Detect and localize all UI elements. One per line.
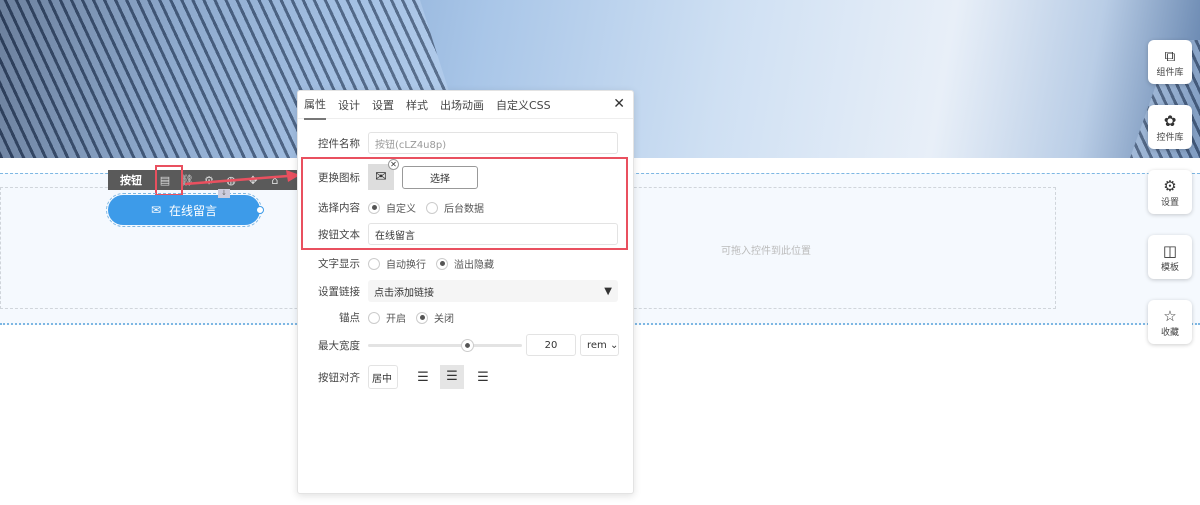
radio-anchor-off[interactable]: 关闭 — [416, 310, 454, 325]
radio-overflow[interactable]: 溢出隐藏 — [436, 256, 494, 271]
name-input[interactable]: 按钮(cLZ4u8p) — [368, 132, 618, 154]
tab-properties[interactable]: 属性 — [304, 90, 326, 120]
sidebar-widget-library[interactable]: ✿ 控件库 — [1148, 105, 1192, 149]
layers-icon: ⧉ — [1164, 46, 1176, 65]
name-label: 控件名称 — [318, 137, 360, 150]
slider-handle[interactable] — [462, 339, 474, 351]
unit-select[interactable]: rem ⌄ — [580, 334, 619, 356]
align-label: 按钮对齐 — [318, 371, 360, 384]
mail-icon: ✉ — [375, 169, 387, 185]
text-label: 按钮文本 — [318, 228, 360, 241]
content-label: 选择内容 — [318, 202, 360, 214]
template-icon: ◫ — [1162, 241, 1178, 260]
tab-settings[interactable]: 设置 — [372, 91, 394, 119]
panel-tabs: 属性 设计 设置 样式 出场动画 自定义CSS ✕ — [298, 90, 633, 120]
link-label: 设置链接 — [318, 285, 360, 298]
sidebar-templates[interactable]: ◫ 模板 — [1148, 235, 1192, 279]
icon-label: 更换图标 — [318, 171, 360, 184]
drag-tag[interactable]: ↓ — [218, 189, 230, 198]
sidebar-settings[interactable]: ⚙ 设置 — [1148, 170, 1192, 214]
highlight-box — [155, 165, 183, 196]
align-right-icon[interactable]: ☰ — [472, 370, 494, 385]
star-icon: ☆ — [1163, 306, 1177, 325]
radio-custom[interactable]: 自定义 — [368, 200, 416, 215]
radio-anchor-on[interactable]: 开启 — [368, 310, 406, 325]
tab-design[interactable]: 设计 — [338, 91, 360, 119]
display-label: 文字显示 — [318, 258, 360, 270]
sidebar-favorites[interactable]: ☆ 收藏 — [1148, 300, 1192, 344]
link-select[interactable]: 点击添加链接 ▼ — [368, 280, 618, 302]
message-button[interactable]: ✉ 在线留言 ↓ — [106, 189, 264, 227]
resize-handle[interactable] — [256, 206, 264, 214]
select-icon-button[interactable]: 选择 — [402, 165, 478, 189]
caret-down-icon: ▼ — [604, 285, 612, 297]
text-input[interactable]: 在线留言 — [368, 223, 618, 245]
radio-wrap[interactable]: 自动换行 — [368, 256, 426, 271]
radio-backend[interactable]: 后台数据 — [426, 200, 484, 215]
icon-preview: ✉ ✕ — [368, 159, 399, 190]
width-input[interactable]: 20 — [526, 334, 576, 356]
tab-style[interactable]: 样式 — [406, 91, 428, 119]
sidebar-component-library[interactable]: ⧉ 组件库 — [1148, 40, 1192, 84]
close-icon[interactable]: ✕ — [613, 96, 625, 112]
align-center-icon[interactable]: ☰ — [440, 365, 464, 389]
remove-icon[interactable]: ✕ — [388, 159, 399, 170]
width-slider[interactable] — [368, 339, 522, 351]
width-label: 最大宽度 — [318, 339, 360, 352]
align-left-icon[interactable]: ☰ — [412, 370, 434, 385]
puzzle-icon: ✿ — [1163, 111, 1177, 130]
toolbar-label: 按钮 — [120, 174, 142, 187]
drop-hint: 可拖入控件到此位置 — [721, 246, 811, 257]
mail-icon: ✉ — [150, 203, 162, 217]
tab-animation[interactable]: 出场动画 — [440, 91, 484, 119]
annotation-arrow — [184, 170, 300, 186]
properties-panel: 属性 设计 设置 样式 出场动画 自定义CSS ✕ 控件名称 按钮(cLZ4u8p… — [297, 90, 634, 494]
tab-custom-css[interactable]: 自定义CSS — [496, 91, 551, 119]
gear-icon: ⚙ — [1163, 176, 1177, 195]
anchor-label: 锚点 — [339, 312, 360, 324]
button-label: 在线留言 — [169, 203, 218, 218]
align-value[interactable]: 居中 — [368, 365, 398, 389]
